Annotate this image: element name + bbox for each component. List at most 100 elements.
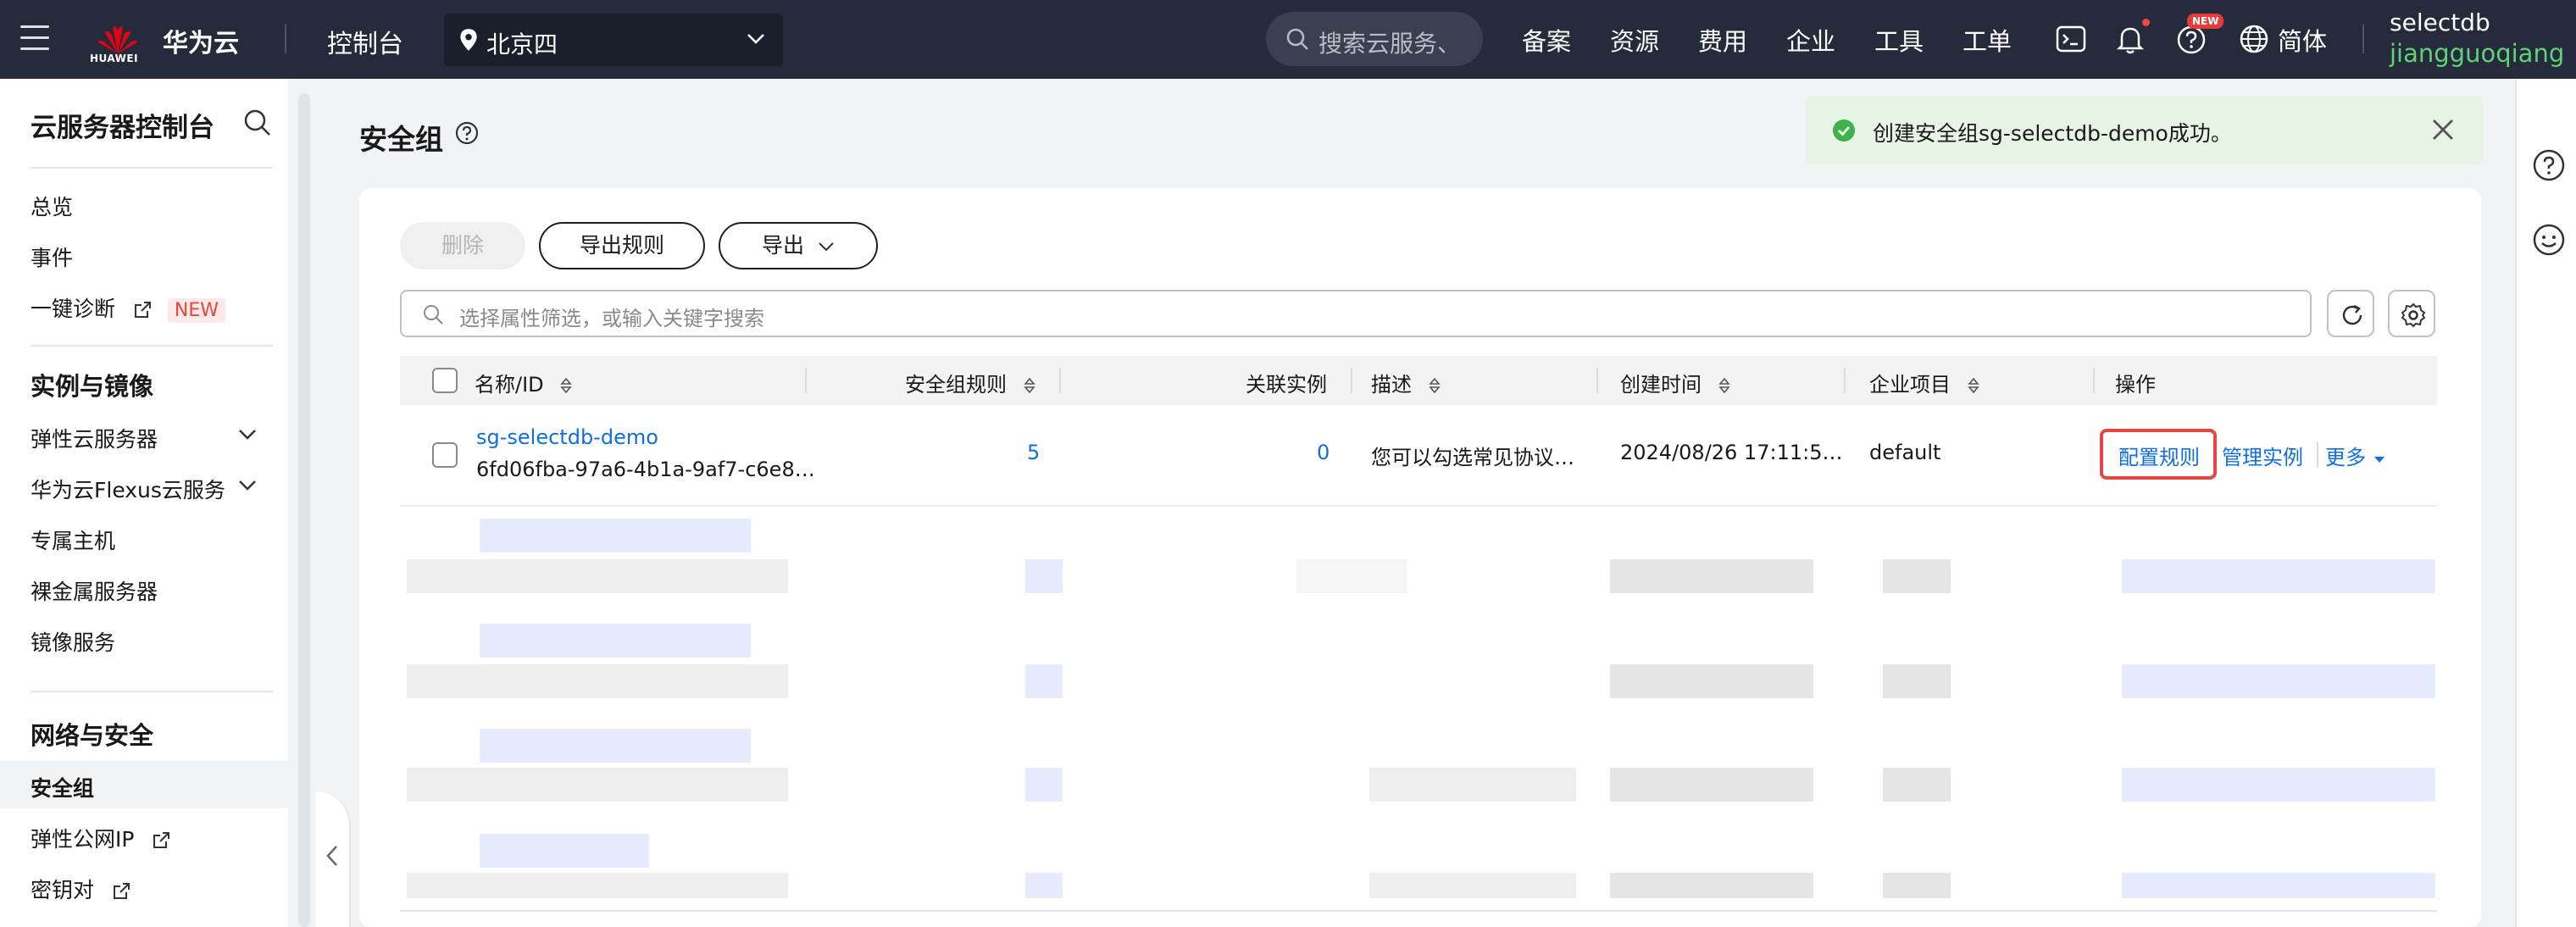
sidebar-item-eip[interactable]: 弹性公网IP xyxy=(31,823,171,853)
help-icon[interactable] xyxy=(454,120,480,146)
column-header-created[interactable]: 创建时间 xyxy=(1620,368,1732,397)
nav-tickets[interactable]: 工单 xyxy=(1963,22,2012,58)
filter-search-input[interactable]: 选择属性筛选，或输入关键字搜索 xyxy=(400,290,2312,337)
notification-dot xyxy=(2142,19,2150,26)
bell-icon[interactable] xyxy=(2113,22,2147,56)
search-icon[interactable] xyxy=(242,108,273,138)
sidebar: 云服务器控制台 总览 事件 一键诊断 NEW 实例与镜像 弹性云服务器 华为云F… xyxy=(0,79,288,927)
sort-icon xyxy=(1428,377,1441,394)
success-toast: 创建安全组sg-selectdb-demo成功。 xyxy=(1805,97,2483,164)
sidebar-item-keypair[interactable]: 密钥对 xyxy=(31,874,131,904)
chevron-down-icon[interactable] xyxy=(237,426,258,443)
help-icon[interactable] xyxy=(2532,148,2566,182)
region-label: 北京四 xyxy=(486,31,558,58)
export-rules-button[interactable]: 导出规则 xyxy=(539,222,705,269)
account-name[interactable]: selectdb xyxy=(2390,8,2490,36)
sidebar-group-network: 网络与安全 xyxy=(31,721,154,750)
export-label: 导出 xyxy=(762,233,805,258)
column-header-rules[interactable]: 安全组规则 xyxy=(905,368,1037,397)
table-header: 名称/ID 安全组规则 关联实例 描述 创建时间 企业项目 操作 xyxy=(400,356,2437,405)
sidebar-item-flexus[interactable]: 华为云Flexus云服务 xyxy=(31,474,225,504)
blurred-cell xyxy=(2122,768,2435,802)
blurred-cell xyxy=(1610,664,1813,698)
chevron-down-icon[interactable] xyxy=(237,477,258,494)
logo-text: HUAWEI xyxy=(90,53,139,64)
close-icon[interactable] xyxy=(2429,115,2457,144)
column-label: 描述 xyxy=(1371,373,1412,397)
security-group-id: 6fd06fba-97a6-4b1a-9af7-c6e8… xyxy=(476,458,815,481)
security-group-name-link[interactable]: sg-selectdb-demo xyxy=(476,425,658,449)
globe-icon[interactable] xyxy=(2237,22,2271,56)
sidebar-item-events[interactable]: 事件 xyxy=(31,241,73,272)
sidebar-item-bare-metal[interactable]: 裸金属服务器 xyxy=(31,575,158,606)
external-link-icon xyxy=(153,832,170,848)
blurred-cell xyxy=(407,873,788,898)
sidebar-item-label: 一键诊断 xyxy=(31,297,116,321)
right-rail xyxy=(2515,79,2576,927)
terminal-icon[interactable] xyxy=(2054,22,2088,56)
column-header-name[interactable]: 名称/ID xyxy=(475,368,574,397)
column-divider xyxy=(2093,368,2095,393)
sidebar-item-security-group[interactable]: 安全组 xyxy=(31,772,94,802)
instances-count-link[interactable]: 0 xyxy=(1317,441,1330,464)
refresh-button[interactable] xyxy=(2327,290,2374,337)
sidebar-item-label: 密钥对 xyxy=(31,878,95,902)
sidebar-item-diagnosis[interactable]: 一键诊断 NEW xyxy=(31,292,226,323)
more-label: 更多 xyxy=(2325,446,2366,469)
description-cell: 您可以勾选常见协议… xyxy=(1371,446,1574,469)
row-checkbox[interactable] xyxy=(432,442,458,468)
more-actions-dropdown[interactable]: 更多 xyxy=(2325,441,2386,470)
column-header-description[interactable]: 描述 xyxy=(1371,368,1442,397)
column-divider xyxy=(1596,368,1598,393)
new-badge: NEW xyxy=(2187,14,2224,29)
chevron-down-icon xyxy=(819,242,834,252)
column-header-project[interactable]: 企业项目 xyxy=(1869,368,1981,397)
sort-icon xyxy=(1967,377,1979,394)
sidebar-collapse-handle[interactable] xyxy=(315,791,351,927)
caret-down-icon xyxy=(2373,457,2384,463)
sidebar-item-dedicated-host[interactable]: 专属主机 xyxy=(31,525,115,555)
select-all-checkbox[interactable] xyxy=(432,368,458,393)
nav-enterprise[interactable]: 企业 xyxy=(1786,22,1835,58)
nav-beian[interactable]: 备案 xyxy=(1522,22,1571,58)
nav-resources[interactable]: 资源 xyxy=(1610,22,1659,58)
blurred-cell xyxy=(407,664,788,698)
toast-message: 创建安全组sg-selectdb-demo成功。 xyxy=(1873,121,2232,146)
feedback-smile-icon[interactable] xyxy=(2532,223,2566,257)
manage-instances-link[interactable]: 管理实例 xyxy=(2222,441,2303,470)
console-link[interactable]: 控制台 xyxy=(327,23,403,60)
sidebar-item-ecs[interactable]: 弹性云服务器 xyxy=(31,423,158,453)
blurred-cell xyxy=(1025,559,1063,593)
user-name[interactable]: jiangguoqiang xyxy=(2390,39,2564,68)
highlight-box xyxy=(2100,429,2217,480)
enterprise-project-cell: default xyxy=(1869,441,1941,464)
nav-billing[interactable]: 费用 xyxy=(1698,22,1747,58)
global-search-input[interactable]: 搜索云服务、 xyxy=(1266,12,1483,66)
sidebar-scrollbar[interactable] xyxy=(298,93,310,927)
column-divider xyxy=(805,368,807,393)
sidebar-group-instances: 实例与镜像 xyxy=(31,372,154,401)
rules-count-link[interactable]: 5 xyxy=(1027,441,1040,464)
brand-name[interactable]: 华为云 xyxy=(163,22,239,59)
delete-button[interactable]: 删除 xyxy=(400,222,525,269)
settings-button[interactable] xyxy=(2388,290,2435,337)
sidebar-item-image-service[interactable]: 镜像服务 xyxy=(31,626,115,657)
blurred-cell xyxy=(1025,768,1063,802)
blurred-cell xyxy=(480,624,751,658)
column-label: 安全组规则 xyxy=(905,373,1007,397)
region-selector[interactable]: 北京四 xyxy=(444,14,783,66)
nav-tools[interactable]: 工具 xyxy=(1874,22,1924,58)
language-selector[interactable]: 简体 xyxy=(2278,22,2327,58)
blurred-cell xyxy=(480,834,649,868)
success-check-icon xyxy=(1833,119,1855,142)
sidebar-item-overview[interactable]: 总览 xyxy=(31,191,73,221)
export-dropdown-button[interactable]: 导出 xyxy=(719,222,878,269)
chevron-left-icon xyxy=(326,846,337,866)
blurred-cell xyxy=(1610,768,1813,802)
divider xyxy=(2362,25,2364,53)
blurred-cell xyxy=(1883,559,1951,593)
blurred-cell xyxy=(2122,664,2435,698)
blurred-cell xyxy=(1025,873,1063,898)
search-icon xyxy=(1286,28,1308,50)
menu-icon[interactable] xyxy=(20,25,49,51)
